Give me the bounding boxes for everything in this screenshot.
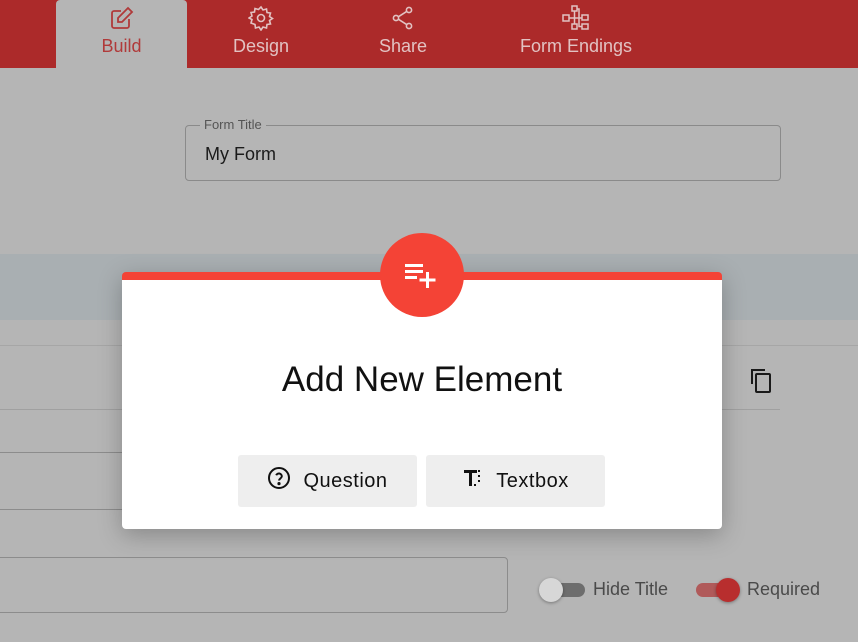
form-title-value: My Form <box>205 144 276 164</box>
toggle-knob <box>539 578 563 602</box>
top-nav: Build Design Share Form Endings <box>0 0 858 68</box>
text-format-icon <box>462 467 484 495</box>
dialog-title: Add New Element <box>281 360 563 399</box>
toggle-knob <box>716 578 740 602</box>
flow-icon <box>561 5 591 31</box>
required-toggle[interactable] <box>694 578 742 602</box>
playlist-add-icon <box>380 233 464 317</box>
tab-design[interactable]: Design <box>208 0 314 68</box>
tab-share[interactable]: Share <box>360 0 446 68</box>
help-circle-icon <box>267 466 291 496</box>
tab-design-label: Design <box>232 36 290 56</box>
tab-form-endings[interactable]: Form Endings <box>500 0 652 68</box>
required-label: Required <box>747 579 821 599</box>
edit-icon <box>109 5 135 31</box>
copy-icon[interactable] <box>748 366 776 399</box>
tab-share-label: Share <box>378 36 428 56</box>
add-textbox-label: Textbox <box>496 469 569 492</box>
answer-input[interactable] <box>0 557 508 613</box>
tab-build[interactable]: Build <box>56 0 187 68</box>
add-textbox-button[interactable]: Textbox <box>426 455 605 507</box>
hide-title-toggle[interactable] <box>539 578 587 602</box>
form-title-label: Form Title <box>200 117 266 132</box>
gear-icon <box>248 5 274 31</box>
form-title-field[interactable]: Form Title My Form <box>185 117 781 181</box>
add-question-button[interactable]: Question <box>238 455 417 507</box>
tab-build-label: Build <box>101 36 142 56</box>
tab-form-endings-label: Form Endings <box>519 36 633 56</box>
share-icon <box>390 5 416 31</box>
add-question-label: Question <box>303 469 388 492</box>
hide-title-label: Hide Title <box>593 579 669 599</box>
